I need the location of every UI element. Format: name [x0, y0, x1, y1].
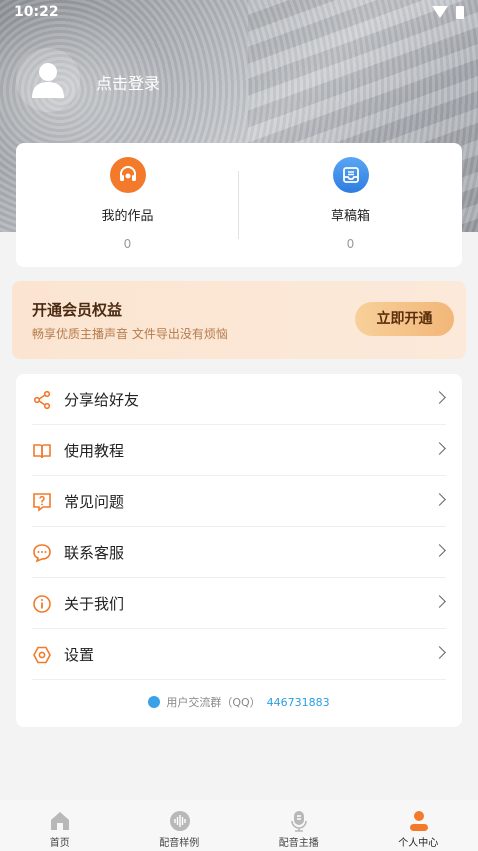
info-icon [33, 595, 51, 613]
chevron-right-icon [433, 646, 446, 659]
vip-title: 开通会员权益 [32, 301, 123, 319]
settings-menu: 分享给好友 使用教程 常见问题 联系客服 关于我们 设置 用户交流群（QQ） 4… [16, 374, 462, 727]
drafts-label: 草稿箱 [330, 209, 370, 224]
menu-item-label: 联系客服 [64, 544, 125, 562]
user-silhouette-icon [32, 63, 64, 98]
qq-group-number[interactable]: 446731883 [267, 696, 330, 709]
my-works-button[interactable]: 我的作品 0 [16, 143, 239, 267]
nav-profile[interactable]: 个人中心 [359, 800, 478, 851]
chevron-right-icon [433, 493, 446, 506]
profile-screen: 10:22 点击登录 我的作品 0 草稿箱 0 开通会员权益 畅享优质主播声音 … [0, 0, 478, 851]
home-icon [51, 812, 69, 830]
menu-item-faq[interactable]: 常见问题 [16, 476, 462, 527]
chevron-right-icon [433, 595, 446, 608]
nav-samples[interactable]: 配音样例 [120, 800, 240, 851]
nav-voice-actors[interactable]: 配音主播 [239, 800, 359, 851]
chevron-right-icon [433, 544, 446, 557]
my-works-count: 0 [123, 237, 132, 251]
menu-item-contact[interactable]: 联系客服 [16, 527, 462, 578]
status-time: 10:22 [14, 4, 59, 20]
audio-wave-icon [169, 811, 190, 831]
battery-icon [456, 6, 464, 19]
wifi-icon [432, 6, 448, 18]
person-icon [409, 811, 428, 831]
nav-label: 首页 [49, 838, 70, 849]
login-link[interactable]: 点击登录 [96, 70, 160, 94]
chat-icon [33, 544, 51, 563]
chevron-right-icon [433, 391, 446, 404]
activate-vip-button[interactable]: 立即开通 [355, 302, 454, 336]
question-icon [33, 493, 51, 512]
inbox-icon [333, 157, 369, 193]
drafts-button[interactable]: 草稿箱 0 [239, 143, 462, 267]
microphone-icon [291, 811, 307, 832]
menu-item-tutorial[interactable]: 使用教程 [16, 425, 462, 476]
menu-item-label: 使用教程 [64, 442, 125, 460]
share-icon [33, 390, 51, 410]
menu-item-label: 分享给好友 [64, 391, 140, 409]
menu-item-label: 常见问题 [64, 493, 125, 511]
qq-penguin-icon [148, 696, 161, 708]
menu-item-about[interactable]: 关于我们 [16, 578, 462, 629]
book-icon [33, 444, 51, 459]
nav-label: 配音样例 [159, 838, 200, 849]
bottom-nav: 首页 配音样例 配音主播 个人中心 [0, 800, 478, 851]
nav-home[interactable]: 首页 [0, 800, 120, 851]
status-bar: 10:22 [0, 0, 478, 26]
divider [32, 679, 446, 680]
qq-group-row[interactable]: 用户交流群（QQ） 446731883 [16, 694, 462, 710]
vip-subtitle: 畅享优质主播声音 文件导出没有烦恼 [32, 327, 228, 341]
menu-item-label: 设置 [64, 646, 95, 664]
works-card: 我的作品 0 草稿箱 0 [16, 143, 462, 267]
vip-banner: 开通会员权益 畅享优质主播声音 文件导出没有烦恼 立即开通 [12, 281, 466, 359]
drafts-count: 0 [346, 237, 355, 251]
nav-label: 配音主播 [278, 838, 319, 849]
avatar[interactable] [16, 48, 80, 112]
menu-item-label: 关于我们 [64, 595, 125, 613]
gear-icon [33, 646, 51, 664]
headset-icon [110, 157, 146, 193]
qq-group-label: 用户交流群（QQ） [166, 696, 261, 709]
menu-item-settings[interactable]: 设置 [16, 629, 462, 680]
chevron-right-icon [433, 442, 446, 455]
menu-item-share[interactable]: 分享给好友 [16, 374, 462, 425]
nav-label: 个人中心 [398, 838, 439, 849]
my-works-label: 我的作品 [101, 209, 154, 224]
